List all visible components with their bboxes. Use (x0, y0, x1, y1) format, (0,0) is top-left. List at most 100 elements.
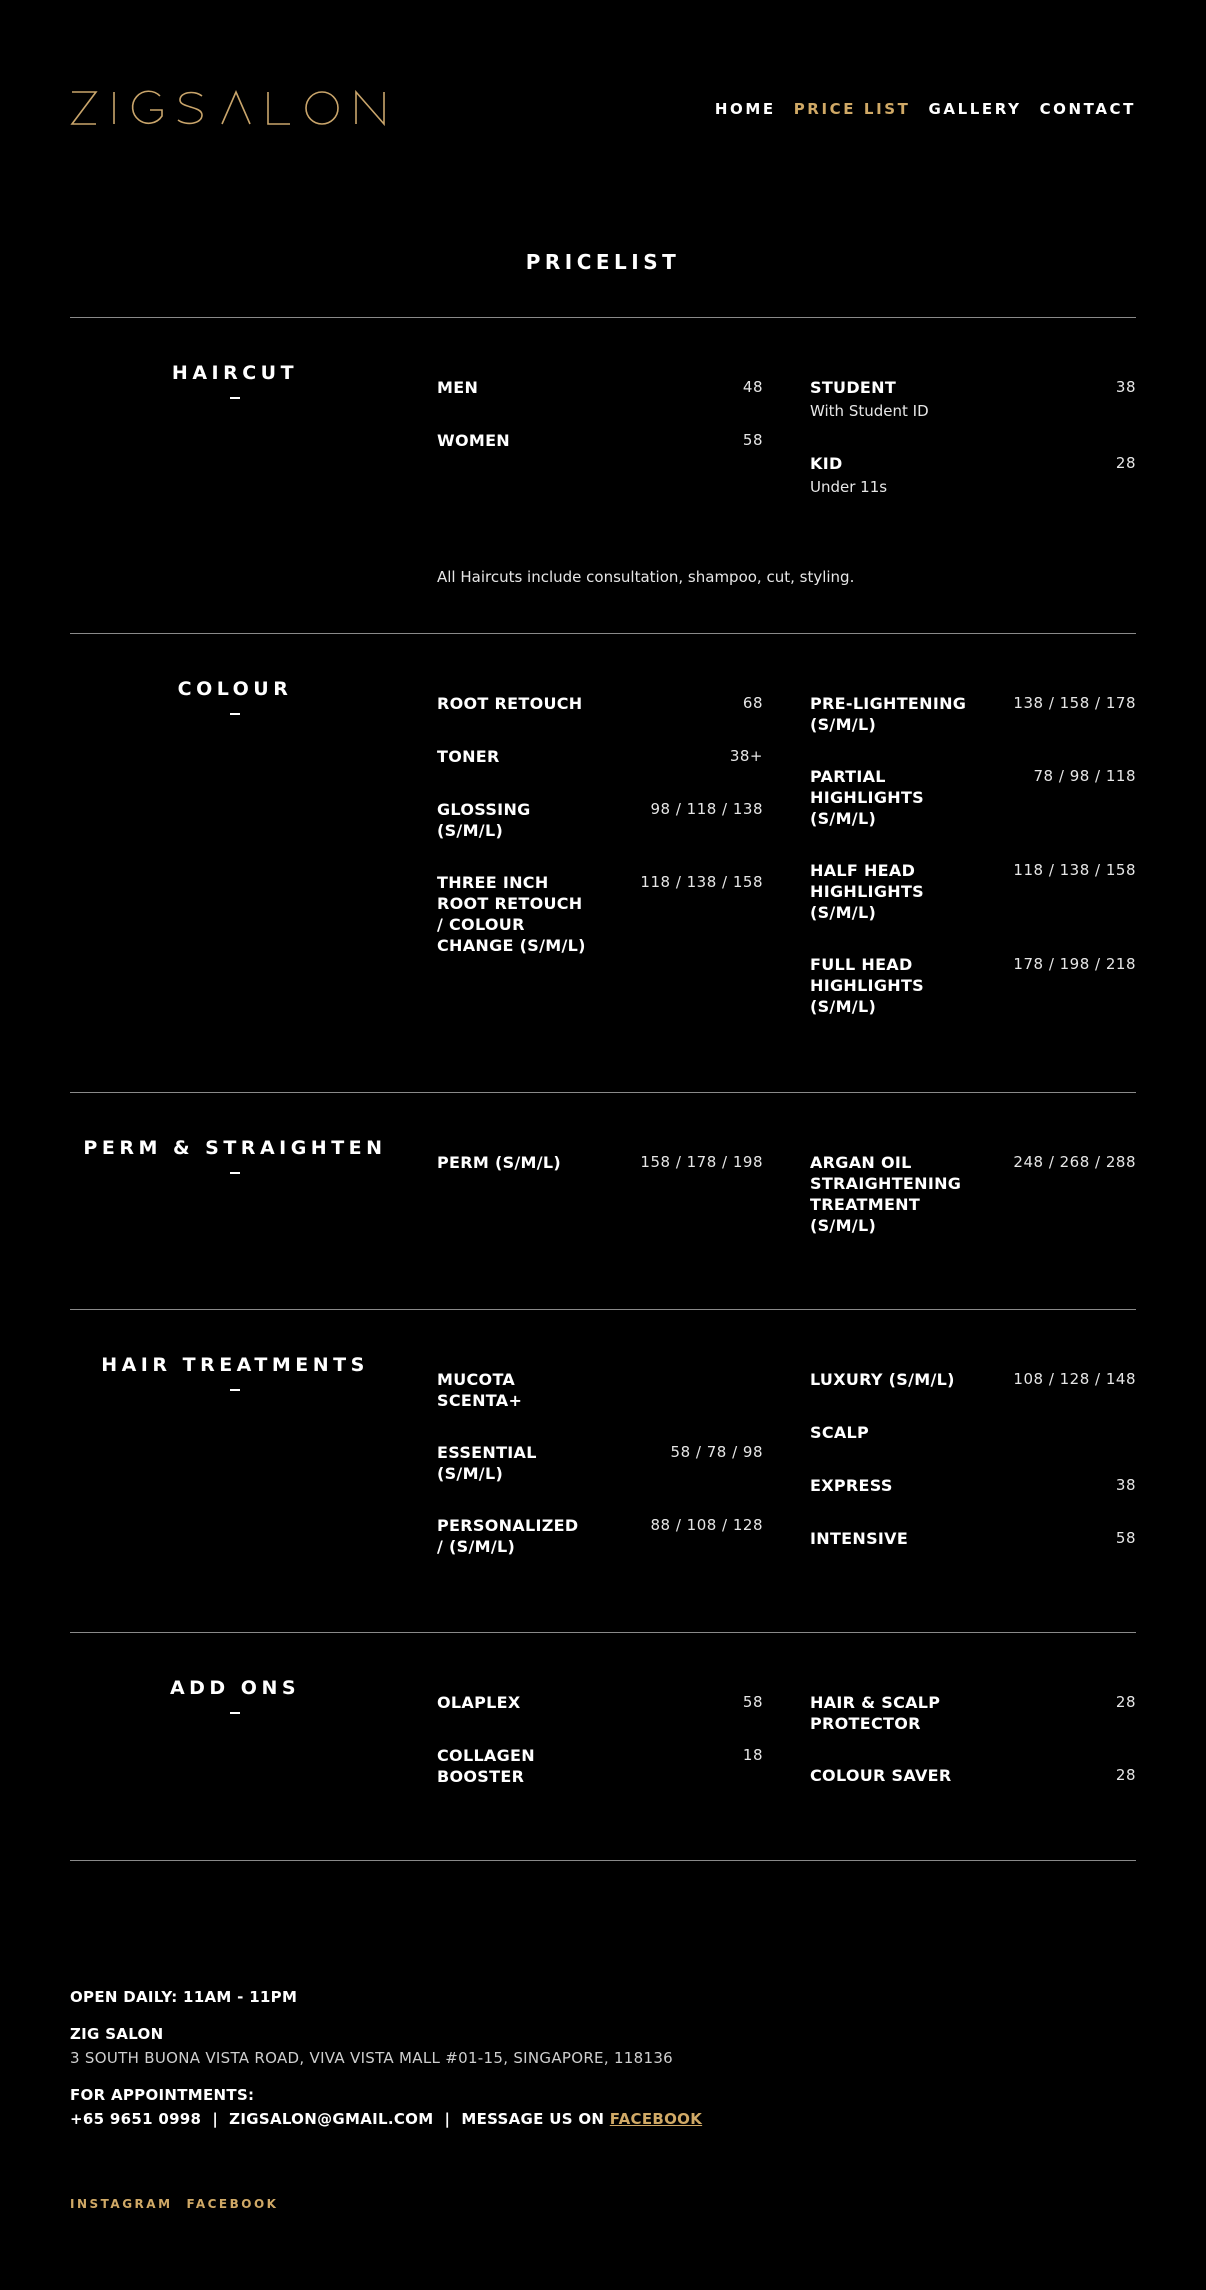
price-item-name: COLLAGEN BOOSTER (437, 1746, 535, 1786)
price-item-price: 28 (1115, 454, 1136, 472)
section-title: HAIR TREATMENTS (101, 1354, 369, 1376)
social-links: INSTAGRAM FACEBOOK (70, 2197, 278, 2211)
divider (70, 1860, 1136, 1861)
section-title: HAIRCUT (171, 362, 299, 384)
appointments-label: FOR APPOINTMENTS: (70, 2086, 255, 2104)
price-item-price: 158 / 178 / 198 (640, 1153, 763, 1171)
price-item-name: ROOT RETOUCH (437, 694, 583, 713)
price-column-left: PERM (S/M/L) 158 / 178 / 198 (437, 1152, 763, 1205)
price-item-name: INTENSIVE (810, 1529, 909, 1548)
price-column-left: OLAPLEX 58 COLLAGEN BOOSTER 18 (437, 1692, 763, 1818)
phone-number[interactable]: +65 9651 0998 (70, 2110, 201, 2128)
price-item-price: 88 / 108 / 128 (650, 1516, 763, 1534)
price-item-price: 58 (742, 431, 763, 449)
price-item-price: 108 / 128 / 148 (1013, 1370, 1136, 1388)
price-item-name: COLOUR SAVER (810, 1766, 952, 1785)
price-item-price: 138 / 158 / 178 (1013, 694, 1136, 712)
logo-wordmark-icon (70, 89, 385, 127)
price-item-price: 248 / 268 / 288 (1013, 1153, 1136, 1171)
price-item-name: PRE-LIGHTENING (S/M/L) (810, 694, 967, 734)
price-item: HAIR & SCALP PROTECTOR 28 (810, 1692, 1136, 1734)
price-item-price: 98 / 118 / 138 (650, 800, 763, 818)
nav-contact[interactable]: CONTACT (1040, 100, 1136, 118)
message-prefix: MESSAGE US ON (461, 2110, 605, 2128)
price-item-name: HALF HEAD HIGHLIGHTS (S/M/L) (810, 861, 924, 922)
price-item: INTENSIVE 58 (810, 1528, 1136, 1550)
price-item-price: 48 (742, 378, 763, 396)
section-dash (230, 713, 240, 715)
separator: | (444, 2110, 451, 2128)
price-item-price: 68 (742, 694, 763, 712)
price-item: COLLAGEN BOOSTER 18 (437, 1745, 763, 1787)
instagram-link[interactable]: INSTAGRAM (70, 2197, 173, 2211)
nav-home[interactable]: HOME (715, 100, 776, 118)
price-item-name: PERSONALIZED / (S/M/L) (437, 1516, 579, 1556)
salon-address: 3 SOUTH BUONA VISTA ROAD, VIVA VISTA MAL… (70, 2049, 674, 2067)
section-header: COLOUR (70, 677, 400, 715)
price-item: WOMEN 58 (437, 430, 763, 452)
price-item: TONER 38+ (437, 746, 763, 768)
salon-name: ZIG SALON (70, 2025, 164, 2043)
section-title: COLOUR (177, 678, 293, 700)
price-item-price: 78 / 98 / 118 (1033, 767, 1136, 785)
section-perm-straighten: PERM & STRAIGHTEN PERM (S/M/L) 158 / 178 … (70, 1093, 1136, 1309)
price-item: GLOSSING (S/M/L) 98 / 118 / 138 (437, 799, 763, 841)
price-item-name: PARTIAL HIGHLIGHTS (S/M/L) (810, 767, 924, 828)
price-item: PERM (S/M/L) 158 / 178 / 198 (437, 1152, 763, 1174)
section-header: HAIRCUT (70, 361, 400, 399)
section-dash (230, 1172, 240, 1174)
price-column-right: LUXURY (S/M/L) 108 / 128 / 148 SCALP EXPRES… (810, 1369, 1136, 1581)
price-column-left: MEN 48 WOMEN 58 (437, 377, 763, 483)
price-item-name: ESSENTIAL (S/M/L) (437, 1443, 537, 1483)
section-colour: COLOUR ROOT RETOUCH 68 TONER 38+ GLOSSING (S… (70, 634, 1136, 1092)
section-dash (230, 397, 240, 399)
price-item-price: 38 (1115, 1476, 1136, 1494)
logo[interactable] (70, 88, 390, 132)
price-column-right: ARGAN OIL STRAIGHTENING TREATMENT (S/M/L… (810, 1152, 1136, 1267)
facebook-message-link[interactable]: FACEBOOK (610, 2110, 702, 2128)
section-dash (230, 1389, 240, 1391)
section-add-ons: ADD ONS OLAPLEX 58 COLLAGEN BOOSTER 18 HAIR… (70, 1633, 1136, 1860)
price-column-right: PRE-LIGHTENING (S/M/L) 138 / 158 / 178 PAR… (810, 693, 1136, 1048)
price-item-note: Under 11s (810, 478, 888, 496)
section-title: ADD ONS (169, 1677, 301, 1699)
price-item-price: 58 (1115, 1529, 1136, 1547)
email-address[interactable]: ZIGSALON@GMAIL.COM (229, 2110, 433, 2128)
price-item: KID 28 Under 11s (810, 453, 1136, 498)
price-item: SCALP (810, 1422, 1136, 1444)
price-item: FULL HEAD HIGHLIGHTS (S/M/L) 178 / 198 / … (810, 954, 1136, 1017)
price-item-name: FULL HEAD HIGHLIGHTS (S/M/L) (810, 955, 924, 1016)
price-item-name: LUXURY (S/M/L) (810, 1370, 955, 1389)
price-item-price: 178 / 198 / 218 (1013, 955, 1136, 973)
price-item-price: 38 (1115, 378, 1136, 396)
price-item-name: STUDENT (810, 378, 897, 397)
price-column-right: HAIR & SCALP PROTECTOR 28 COLOUR SAVER 28 (810, 1692, 1136, 1818)
price-item: THREE INCH ROOT RETOUCH / COLOUR CHANGE … (437, 872, 763, 956)
price-item: EXPRESS 38 (810, 1475, 1136, 1497)
facebook-link[interactable]: FACEBOOK (187, 2197, 279, 2211)
price-item: MEN 48 (437, 377, 763, 399)
nav-gallery[interactable]: GALLERY (928, 100, 1021, 118)
price-item-price: 58 (742, 1693, 763, 1711)
price-item: ARGAN OIL STRAIGHTENING TREATMENT (S/M/L… (810, 1152, 1136, 1236)
price-item: PRE-LIGHTENING (S/M/L) 138 / 158 / 178 (810, 693, 1136, 735)
price-item-note: With Student ID (810, 402, 929, 420)
nav-price-list[interactable]: PRICE LIST (794, 100, 911, 118)
separator: | (212, 2110, 219, 2128)
price-item: STUDENT 38 With Student ID (810, 377, 1136, 422)
section-header: HAIR TREATMENTS (70, 1353, 400, 1391)
price-item-name: OLAPLEX (437, 1693, 521, 1712)
section-hair-treatments: HAIR TREATMENTS MUCOTA SCENTA+ ESSENTIAL … (70, 1310, 1136, 1632)
price-item-price: 18 (742, 1746, 763, 1764)
opening-hours: OPEN DAILY: 11AM - 11PM (70, 1988, 298, 2006)
price-item: HALF HEAD HIGHLIGHTS (S/M/L) 118 / 138 / … (810, 860, 1136, 923)
price-item-name: ARGAN OIL STRAIGHTENING TREATMENT (S/M/L… (810, 1153, 962, 1235)
site-header: HOME PRICE LIST GALLERY CONTACT (70, 88, 1136, 138)
price-item-name: MUCOTA SCENTA+ (437, 1370, 523, 1410)
price-column-left: ROOT RETOUCH 68 TONER 38+ GLOSSING (S/M/L) 98… (437, 693, 763, 987)
price-item-name: EXPRESS (810, 1476, 893, 1495)
price-item-name: HAIR & SCALP PROTECTOR (810, 1693, 941, 1733)
price-item-price: 118 / 138 / 158 (640, 873, 763, 891)
section-dash (230, 1712, 240, 1714)
price-item-price: 38+ (729, 747, 763, 765)
